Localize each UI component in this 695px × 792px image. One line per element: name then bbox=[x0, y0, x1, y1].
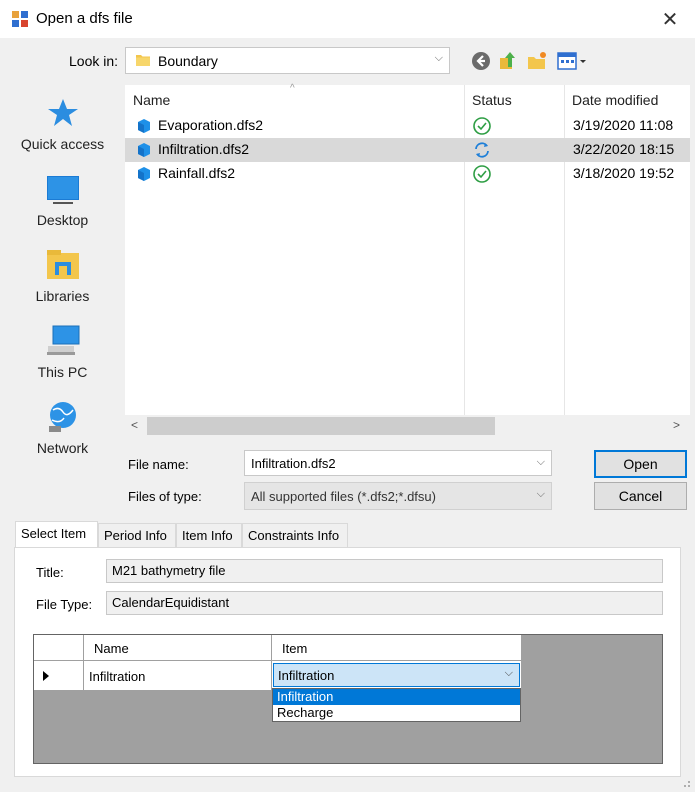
grid-cell-item[interactable]: Infiltration ⌵ bbox=[272, 661, 522, 691]
file-name: Rainfall.dfs2 bbox=[158, 165, 236, 181]
item-combo-value: Infiltration bbox=[278, 668, 335, 683]
filename-label: File name: bbox=[128, 457, 189, 472]
filetype-field[interactable]: CalendarEquidistant bbox=[106, 591, 663, 615]
chevron-down-icon: ⌵ bbox=[434, 52, 443, 64]
open-button[interactable]: Open bbox=[594, 450, 687, 478]
computer-icon bbox=[46, 325, 79, 355]
grid-header-name[interactable]: Name bbox=[84, 635, 272, 661]
close-icon: ✕ bbox=[661, 8, 679, 31]
syncing-icon bbox=[475, 142, 489, 158]
filetype-select[interactable]: All supported files (*.dfs2;*.dfsu) ⌵ bbox=[244, 482, 552, 510]
place-label: Desktop bbox=[36, 212, 89, 228]
place-label: Quick access bbox=[20, 136, 105, 152]
close-button[interactable]: ✕ bbox=[650, 2, 690, 36]
lookin-value: Boundary bbox=[158, 53, 218, 69]
cancel-button[interactable]: Cancel bbox=[594, 482, 687, 510]
dropdown-option[interactable]: Infiltration bbox=[273, 689, 520, 705]
file-row-selected[interactable]: Infiltration.dfs2 3/22/2020 18:15 bbox=[125, 138, 690, 162]
lookin-combo[interactable]: Boundary ⌵ bbox=[125, 47, 450, 74]
filetype-value: All supported files (*.dfs2;*.dfsu) bbox=[251, 489, 436, 504]
current-row-icon bbox=[43, 671, 49, 681]
file-name: Infiltration.dfs2 bbox=[158, 141, 250, 157]
star-icon bbox=[47, 99, 78, 126]
new-folder-icon[interactable] bbox=[526, 50, 548, 72]
sort-arrow-icon: ^ bbox=[290, 83, 295, 94]
row-header[interactable] bbox=[34, 661, 84, 691]
column-header-date[interactable]: Date modified bbox=[572, 92, 658, 108]
grid-cell-name[interactable]: Infiltration bbox=[84, 661, 272, 691]
filetype-label: Files of type: bbox=[128, 489, 202, 504]
scroll-right-icon[interactable]: > bbox=[673, 418, 680, 432]
tab-item-info[interactable]: Item Info bbox=[176, 523, 242, 547]
chevron-down-icon[interactable]: ⌵ bbox=[505, 667, 513, 680]
window-title: Open a dfs file bbox=[36, 10, 133, 27]
place-this-pc[interactable]: This PC bbox=[0, 324, 125, 400]
tab-select-item[interactable]: Select Item bbox=[15, 521, 98, 548]
place-network[interactable]: Network bbox=[0, 400, 125, 476]
scrollbar-thumb[interactable] bbox=[147, 417, 495, 435]
place-libraries[interactable]: Libraries bbox=[0, 248, 125, 324]
item-dropdown-list[interactable]: Infiltration Recharge bbox=[272, 688, 521, 722]
desktop-icon bbox=[46, 176, 79, 204]
chevron-down-icon[interactable]: ⌵ bbox=[537, 488, 545, 501]
back-icon[interactable] bbox=[470, 50, 492, 72]
tab-constraints-info[interactable]: Constraints Info bbox=[242, 523, 348, 547]
title-field[interactable]: M21 bathymetry file bbox=[106, 559, 663, 583]
place-label: Libraries bbox=[35, 288, 90, 304]
tab-period-info[interactable]: Period Info bbox=[98, 523, 176, 547]
place-label: This PC bbox=[37, 364, 88, 380]
file-date: 3/18/2020 19:52 bbox=[573, 165, 675, 181]
file-row[interactable]: Evaporation.dfs2 3/19/2020 11:08 bbox=[125, 114, 690, 138]
grid-header-item[interactable]: Item bbox=[272, 635, 522, 661]
item-combo[interactable]: Infiltration ⌵ bbox=[273, 663, 520, 687]
synced-check-icon bbox=[473, 165, 491, 183]
dropdown-option[interactable]: Recharge bbox=[273, 705, 520, 721]
dfs-file-icon bbox=[138, 119, 150, 133]
network-icon bbox=[48, 402, 76, 432]
file-list[interactable]: Name ^ Status Date modified Evaporation.… bbox=[125, 83, 690, 415]
grid-corner bbox=[34, 635, 84, 661]
synced-check-icon bbox=[473, 117, 491, 135]
place-label: Network bbox=[36, 440, 89, 456]
file-date: 3/19/2020 11:08 bbox=[573, 117, 674, 133]
file-name: Evaporation.dfs2 bbox=[158, 117, 264, 133]
file-row[interactable]: Rainfall.dfs2 3/18/2020 19:52 bbox=[125, 162, 690, 186]
app-icon bbox=[12, 11, 28, 27]
place-desktop[interactable]: Desktop bbox=[0, 172, 125, 248]
column-header-status[interactable]: Status bbox=[472, 92, 512, 108]
size-grip-icon[interactable] bbox=[679, 776, 691, 788]
up-folder-icon[interactable] bbox=[497, 50, 519, 72]
filename-value: Infiltration.dfs2 bbox=[251, 456, 336, 471]
title-label: Title: bbox=[36, 565, 64, 580]
file-date: 3/22/2020 18:15 bbox=[573, 141, 675, 157]
dfs-file-icon bbox=[138, 167, 150, 181]
folder-icon bbox=[136, 55, 150, 66]
filename-input[interactable]: Infiltration.dfs2 ⌵ bbox=[244, 450, 552, 476]
place-quick-access[interactable]: Quick access bbox=[0, 96, 125, 172]
lookin-label: Look in: bbox=[69, 53, 119, 69]
filetype-info-label: File Type: bbox=[36, 597, 93, 612]
view-menu-icon[interactable] bbox=[556, 50, 588, 72]
column-header-name[interactable]: Name bbox=[133, 92, 170, 108]
places-bar: Quick access Desktop Libraries This PC N… bbox=[0, 84, 125, 514]
dfs-file-icon bbox=[138, 143, 150, 157]
libraries-icon bbox=[46, 250, 79, 279]
scroll-left-icon[interactable]: < bbox=[131, 418, 138, 432]
chevron-down-icon[interactable]: ⌵ bbox=[537, 456, 545, 469]
horizontal-scrollbar[interactable]: < > bbox=[125, 415, 690, 437]
